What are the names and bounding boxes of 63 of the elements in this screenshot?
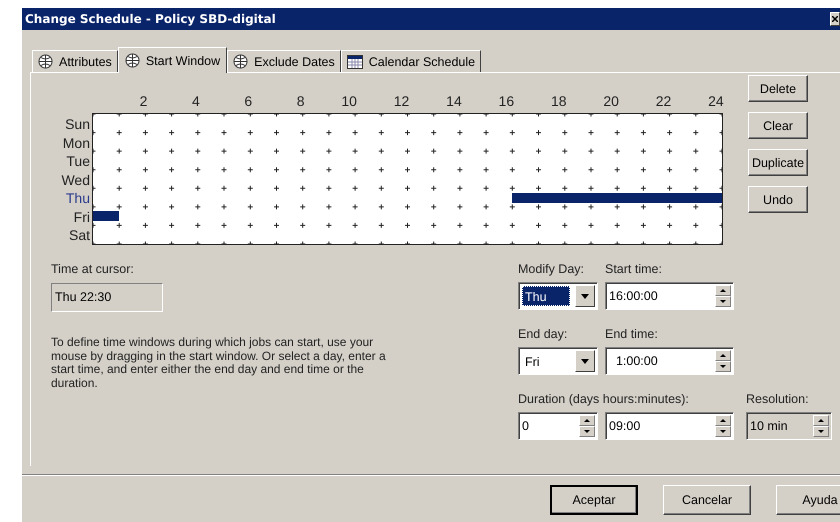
- field-label: Resolution:: [746, 392, 810, 407]
- day-label: Sat: [68, 226, 91, 245]
- hour-label: 20: [602, 93, 619, 110]
- field-label: End day:: [518, 327, 568, 342]
- day-dropdown[interactable]: Thu: [518, 282, 598, 310]
- dropdown-button[interactable]: [575, 285, 595, 307]
- hour-label: 6: [243, 93, 252, 110]
- spin-button[interactable]: [715, 350, 731, 372]
- close-button[interactable]: [830, 12, 840, 26]
- action-button[interactable]: Duplicate: [748, 149, 808, 176]
- tab[interactable]: Start Window: [118, 47, 228, 73]
- time-window-bar[interactable]: [512, 192, 722, 203]
- hour-label: 12: [392, 93, 410, 110]
- hour-label: 14: [445, 93, 462, 110]
- close-icon: [832, 16, 838, 22]
- field-label: Time at cursor:: [51, 262, 135, 277]
- dropdown-button[interactable]: [575, 350, 595, 372]
- day-label: Fri: [72, 208, 91, 226]
- calendar-icon: [346, 54, 363, 68]
- spin-button[interactable]: [813, 415, 829, 437]
- field-label: Modify Day:: [518, 262, 585, 277]
- dialog-button[interactable]: Aceptar: [550, 485, 638, 515]
- hour-label: 2: [138, 93, 148, 110]
- dialog-button[interactable]: Cancelar: [663, 485, 751, 515]
- day-label: Sun: [64, 115, 91, 134]
- field-label: Duration (days hours:minutes):: [518, 392, 690, 407]
- globe-icon: [233, 54, 248, 69]
- globe-icon: [38, 54, 53, 69]
- hour-label: 10: [340, 93, 357, 110]
- spin-button[interactable]: [579, 415, 595, 437]
- action-button[interactable]: Undo: [748, 186, 808, 213]
- dialog-button[interactable]: Ayuda: [776, 485, 840, 515]
- tab[interactable]: Attributes: [32, 50, 118, 72]
- time-field[interactable]: 1:00:00: [605, 347, 734, 375]
- hour-label: 16: [498, 93, 514, 110]
- hour-label: 18: [550, 93, 567, 110]
- tab[interactable]: Calendar Schedule: [340, 50, 482, 72]
- hour-label: 22: [654, 93, 672, 110]
- tab[interactable]: Exclude Dates: [227, 50, 341, 72]
- schedule-grid[interactable]: [92, 113, 723, 245]
- time-window-bar[interactable]: [93, 211, 120, 222]
- cursor-time-field: Thu 22:30: [51, 283, 163, 312]
- days-field[interactable]: 0: [518, 412, 598, 440]
- action-button[interactable]: Clear: [748, 112, 808, 139]
- hour-label: 8: [296, 93, 305, 110]
- day-dropdown[interactable]: Fri: [518, 347, 598, 375]
- resolution-field[interactable]: 10 min: [746, 412, 832, 440]
- day-label: Mon: [62, 134, 91, 152]
- spin-button[interactable]: [715, 415, 731, 437]
- day-label: Thu: [64, 189, 91, 208]
- help-text: To define time windows during which jobs can start, use your mouse by dragging in the start window. Or select a day, enter a start time, and enter either the end day and end time or the duration.: [51, 336, 386, 390]
- time-field[interactable]: 16:00:00: [605, 282, 734, 310]
- duration-field[interactable]: 09:00: [605, 412, 734, 440]
- spin-button[interactable]: [715, 285, 731, 307]
- action-button[interactable]: Delete: [748, 75, 808, 102]
- field-label: Start time:: [605, 262, 663, 277]
- globe-icon: [124, 53, 140, 68]
- hour-label: 24: [707, 93, 724, 110]
- window-title: Change Schedule - Policy SBD-digital: [25, 12, 276, 26]
- day-label: Wed: [60, 170, 91, 190]
- day-label: Tue: [65, 152, 91, 171]
- field-label: End time:: [605, 327, 659, 342]
- hour-label: 4: [190, 93, 200, 110]
